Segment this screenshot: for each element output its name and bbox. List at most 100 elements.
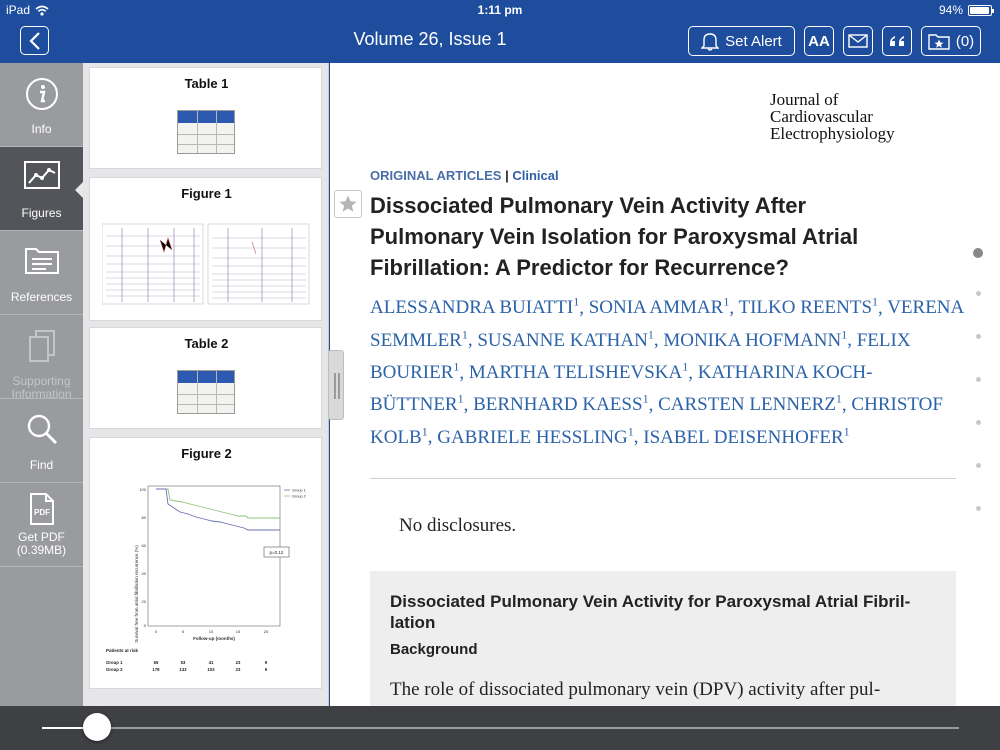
affiliation-mark: 1 [627, 424, 634, 439]
author-link[interactable]: GABRIELE HESSLING1 [437, 424, 634, 447]
legend-group-2: Group 2 [292, 495, 306, 499]
sidebar-item-supporting-information: Supporting Information [0, 315, 83, 401]
risk-cell: 23 [236, 660, 241, 665]
thumbnail-figure-2[interactable]: Figure 2 Survival free from atrial fibri… [89, 437, 322, 689]
thumbnail-figure-1[interactable]: Figure 1 [89, 177, 322, 321]
abstract-box: Dissociated Pulmonary Vein Activity for … [370, 571, 956, 706]
documents-icon [28, 330, 55, 362]
thumbnail-panel: Table 1 Figure 1 Table 2 Figure 2 Surviv… [83, 63, 329, 706]
author-link[interactable]: MONIKA HOFMANN1 [663, 327, 848, 350]
thumbnail-title: Figure 2 [181, 446, 232, 461]
svg-text:80: 80 [142, 515, 147, 520]
table-icon [177, 370, 235, 414]
journal-logo-line: Electrophysiology [770, 124, 895, 143]
folder-star-icon [928, 34, 950, 50]
reader-bottom-bar [0, 706, 1000, 750]
author-link[interactable]: SUSANNE KATHAN1 [477, 327, 653, 350]
page-scrubber-track[interactable] [42, 727, 959, 729]
abstract-heading: Background [390, 641, 478, 658]
page-dot[interactable] [976, 463, 981, 468]
risk-cell: 65 [154, 660, 159, 665]
sidebar-item-label: Supporting Information [11, 374, 72, 401]
section-separator: | [505, 168, 509, 183]
author-link[interactable]: TILKO REENTS1 [739, 295, 879, 318]
survival-curve-thumbnail: Survival free from atrial fibrillation r… [106, 485, 306, 672]
svg-text:60: 60 [142, 543, 147, 548]
thumbnail-title: Table 1 [184, 76, 229, 91]
svg-text:PDF: PDF [34, 508, 50, 517]
panel-resize-handle[interactable] [328, 350, 344, 420]
author-link[interactable]: CARSTEN LENNERZ1 [658, 392, 842, 415]
author-link[interactable]: MARTHA TELISHEVSKA1 [469, 360, 688, 383]
section-label: ORIGINAL ARTICLES [370, 168, 502, 183]
risk-cell: 9 [265, 660, 268, 665]
journal-logo-line: Cardiovascular [770, 107, 873, 126]
risk-cell: 133 [179, 667, 187, 672]
sidebar-item-find[interactable]: Find [0, 399, 83, 483]
font-size-label: AA [808, 32, 830, 50]
legend-group-1: Group 1 [292, 489, 306, 493]
article-section: ORIGINAL ARTICLES | Clinical [370, 168, 559, 183]
app-root: iPad 1:11 pm 94% Volume 26, Issue 1 Set … [0, 0, 1000, 750]
font-size-icon: AA [808, 33, 830, 50]
author-link[interactable]: ALESSANDRA BUIATTI1 [370, 295, 579, 318]
sidebar-item-figures[interactable]: Figures [0, 147, 83, 231]
page-dot[interactable] [976, 420, 981, 425]
journal-logo-line: Journal of [770, 90, 839, 109]
sidebar-item-references[interactable]: References [0, 231, 83, 315]
subsection-label: Clinical [512, 168, 559, 183]
email-button[interactable] [843, 26, 873, 56]
battery-icon [968, 4, 994, 16]
risk-cell: 23 [236, 667, 241, 672]
set-alert-button[interactable]: Set Alert [688, 26, 795, 56]
bell-icon [701, 33, 720, 51]
sidebar-item-label: References [10, 290, 73, 304]
thumbnail-table-1[interactable]: Table 1 [89, 67, 322, 169]
font-size-button[interactable]: AA [804, 26, 834, 56]
abstract-title: Dissociated Pulmonary Vein Activity for … [390, 592, 911, 632]
journal-logo: Journal of Cardiovascular Electrophysiol… [770, 91, 895, 142]
page-dot[interactable] [973, 248, 983, 258]
risk-cell: 103 [207, 667, 215, 672]
favorite-button[interactable] [334, 190, 362, 218]
risk-row-label: Group 2 [106, 667, 123, 672]
chevron-left-icon [28, 31, 40, 50]
back-button[interactable] [20, 26, 49, 55]
pdf-icon: PDF [29, 493, 54, 525]
folder-list-icon [24, 248, 59, 274]
battery: 94% [939, 3, 994, 17]
sidebar-item-info[interactable]: Info [0, 63, 83, 147]
saved-articles-button[interactable]: (0) [921, 26, 981, 56]
sidebar-item-label: Info [31, 122, 52, 136]
search-icon [27, 414, 57, 445]
article-title: Dissociated Pulmonary Vein Activity Afte… [370, 193, 859, 280]
page-dot[interactable] [976, 334, 981, 339]
svg-text:5: 5 [182, 629, 185, 634]
page-dot[interactable] [976, 377, 981, 382]
affiliation-mark: 1 [642, 391, 649, 406]
figure-ylabel: Survival free from atrial fibrillation r… [134, 545, 139, 643]
active-indicator [75, 182, 83, 198]
svg-text:15: 15 [236, 629, 241, 634]
author-list: ALESSANDRA BUIATTI1, SONIA AMMAR1, TILKO… [370, 295, 964, 448]
page-dot[interactable] [976, 291, 981, 296]
author-link[interactable]: SONIA AMMAR1 [589, 295, 730, 318]
issue-title: Volume 26, Issue 1 [353, 29, 507, 49]
svg-text:0: 0 [144, 623, 147, 628]
saved-count: (0) [955, 32, 975, 50]
affiliation-mark: 1 [841, 327, 848, 342]
author-link[interactable]: ISABEL DEISENHOFER1 [643, 424, 849, 447]
page-scrubber-knob[interactable] [83, 713, 112, 741]
affiliation-mark: 1 [723, 295, 730, 309]
quote-icon [890, 36, 904, 46]
page-dot[interactable] [976, 506, 981, 511]
chart-icon [23, 161, 60, 189]
affiliation-mark: 1 [872, 295, 879, 309]
thumbnail-table-2[interactable]: Table 2 [89, 327, 322, 429]
sidebar-item-label: Get PDF (0.39MB) [16, 530, 67, 557]
nav-bar: Volume 26, Issue 1 Set Alert AA (0) [0, 20, 1000, 63]
table-icon [177, 110, 235, 154]
cite-button[interactable] [882, 26, 912, 56]
sidebar-item-get-pdf[interactable]: PDF Get PDF (0.39MB) [0, 483, 83, 567]
author-link[interactable]: BERNHARD KAESS1 [473, 391, 649, 415]
